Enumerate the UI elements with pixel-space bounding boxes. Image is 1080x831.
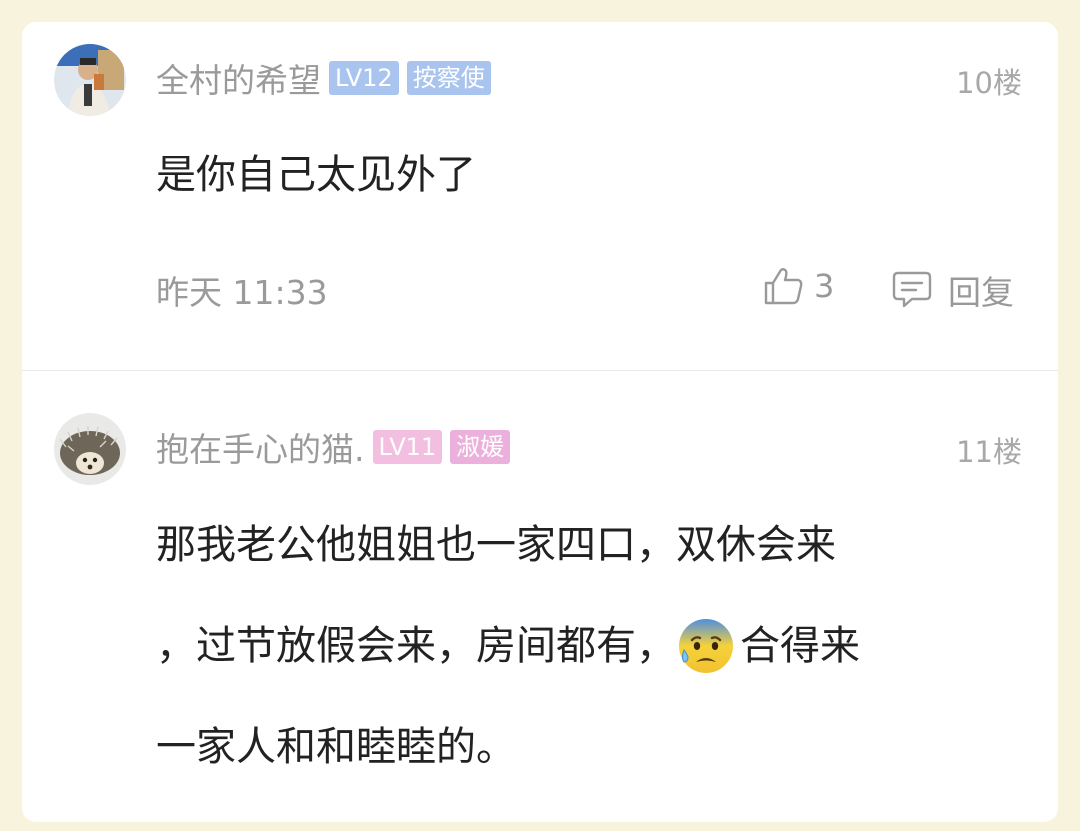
user-avatar[interactable] <box>54 413 126 485</box>
comment-content: 那我老公他姐姐也一家四口，双休会来 ，过节放假会来，房间都有， 合得来 一家人和… <box>156 521 1026 824</box>
title-badge: 淑媛 <box>450 430 511 464</box>
floor-number: 10楼 <box>956 66 1022 100</box>
hedgehog-avatar-icon <box>54 413 126 485</box>
floor-number: 11楼 <box>956 435 1022 469</box>
comment-meta: 全村的希望 LV12 按察使 <box>156 58 491 100</box>
comment-meta: 抱在手心的猫. LV11 淑媛 <box>156 427 511 469</box>
comment-item: 抱在手心的猫. LV11 淑媛 11楼 那我老公他姐姐也一家四口，双休会来 ，过… <box>22 371 1058 831</box>
username[interactable]: 抱在手心的猫. <box>156 423 365 471</box>
content-line: 那我老公他姐姐也一家四口，双休会来 <box>156 522 836 568</box>
person-avatar-icon <box>54 44 126 116</box>
username[interactable]: 全村的希望 <box>156 54 321 102</box>
comment-content: 是你自己太见外了 <box>156 152 476 198</box>
like-button[interactable]: 3 <box>762 266 834 306</box>
comment-bubble-icon <box>892 271 932 308</box>
user-avatar[interactable] <box>54 44 126 116</box>
content-line: 一家人和和睦睦的。 <box>156 724 516 770</box>
level-badge: LV12 <box>329 61 399 95</box>
thumbs-up-icon <box>764 268 803 305</box>
comment-time: 昨天 11:33 <box>156 273 328 312</box>
content-text: 合得来 <box>740 623 860 669</box>
content-text: ，过节放假会来，房间都有， <box>156 623 676 669</box>
content-line: ，过节放假会来，房间都有， 合得来 <box>156 619 1026 723</box>
reply-label: 回复 <box>948 273 1014 312</box>
like-count: 3 <box>814 267 835 305</box>
comment-item: 全村的希望 LV12 按察使 10楼 是你自己太见外了 昨天 11:33 3 回… <box>22 22 1058 370</box>
reply-button[interactable]: 回复 <box>890 266 1014 314</box>
comment-list: 全村的希望 LV12 按察使 10楼 是你自己太见外了 昨天 11:33 3 回… <box>22 22 1058 822</box>
level-badge: LV11 <box>372 430 443 464</box>
title-badge: 按察使 <box>406 61 491 95</box>
anxious-sweat-face-emoji-icon <box>679 619 733 673</box>
